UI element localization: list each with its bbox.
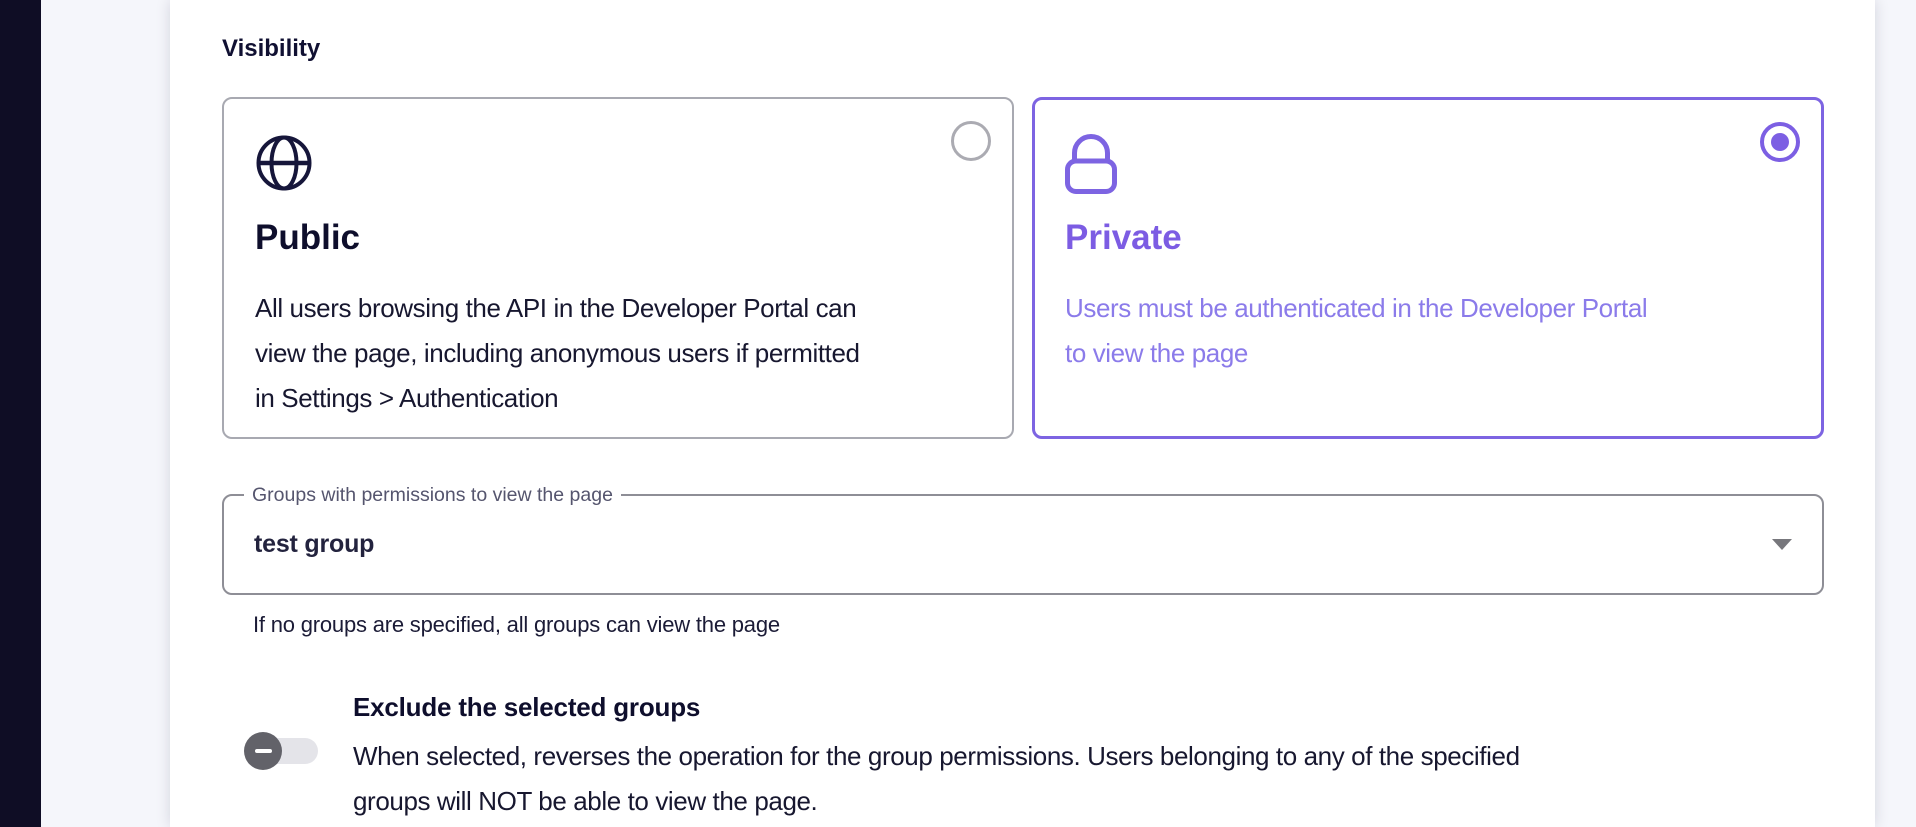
visibility-option-cards: Public All users browsing the API in the…	[222, 97, 1824, 439]
visibility-section: Visibility Public All users browsing the…	[222, 0, 1824, 824]
globe-icon	[255, 134, 981, 194]
radio-public-unselected[interactable]	[951, 121, 991, 161]
page-background-left	[41, 0, 170, 827]
lock-icon	[1065, 134, 1791, 194]
screen: Visibility Public All users browsing the…	[0, 0, 1916, 827]
radio-dot	[1771, 133, 1789, 151]
toggle-knob	[244, 732, 282, 770]
exclude-groups-row: Exclude the selected groups When selecte…	[222, 692, 1824, 824]
card-title-public: Public	[255, 220, 981, 256]
card-title-private: Private	[1065, 220, 1791, 256]
groups-select-value: test group	[254, 530, 374, 559]
app-sidebar	[0, 0, 41, 827]
card-description-private: Users must be authenticated in the Devel…	[1065, 286, 1791, 376]
exclude-groups-text: Exclude the selected groups When selecte…	[353, 692, 1520, 824]
visibility-card-public[interactable]: Public All users browsing the API in the…	[222, 97, 1014, 439]
visibility-card-private[interactable]: Private Users must be authenticated in t…	[1032, 97, 1824, 439]
page-background-right	[1875, 0, 1916, 827]
settings-panel: Visibility Public All users browsing the…	[170, 0, 1875, 827]
card-description-public: All users browsing the API in the Develo…	[255, 286, 981, 421]
groups-helper-text: If no groups are specified, all groups c…	[253, 612, 1824, 638]
exclude-groups-description: When selected, reverses the operation fo…	[353, 734, 1520, 824]
minus-icon	[255, 749, 272, 753]
groups-select-label: Groups with permissions to view the page	[244, 484, 621, 506]
groups-permissions-select[interactable]: Groups with permissions to view the page…	[222, 494, 1824, 595]
exclude-groups-toggle-off[interactable]	[244, 732, 318, 770]
radio-private-selected[interactable]	[1760, 122, 1800, 162]
chevron-down-icon	[1772, 539, 1792, 550]
section-title-visibility: Visibility	[222, 0, 1824, 62]
exclude-groups-title: Exclude the selected groups	[353, 692, 1520, 722]
